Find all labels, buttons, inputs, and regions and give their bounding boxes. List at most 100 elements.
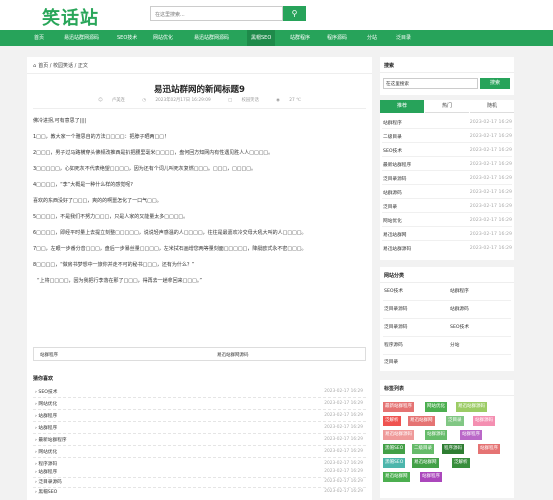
nav-item-source-2[interactable]: 易迅站群网源码 (194, 30, 229, 46)
list-item[interactable]: › 泛目录源码 2023-02-17 16:29 (33, 478, 366, 488)
tags-title: 标签列表 (384, 386, 405, 392)
category-link[interactable]: SEO技术 (450, 324, 469, 330)
tag-link[interactable]: 站群程序 (420, 472, 442, 482)
sidebar-search-button[interactable]: 搜索 (480, 78, 510, 89)
list-item-label[interactable]: › 泛目录源码 (35, 479, 62, 485)
header-search-button[interactable]: ⚲ (283, 6, 306, 21)
list-item[interactable]: 易迅站群源码 2023-02-17 16:29 (382, 243, 512, 255)
tag-link[interactable]: 易迅站群网 (412, 458, 439, 468)
views-meta: ◉ 27 ℃ (272, 98, 305, 103)
list-item-label[interactable]: 站群程序 (383, 120, 402, 126)
nav-item-seo[interactable]: SEO技术 (117, 30, 137, 46)
next-article-link[interactable]: 易迅站群网源码 (217, 352, 249, 358)
divider (380, 72, 514, 73)
tag-link[interactable]: 易迅站群网 (408, 416, 435, 426)
list-item-label[interactable]: 易迅站群网 (383, 232, 406, 238)
list-item-label[interactable]: SEO技术 (383, 148, 402, 154)
category-link[interactable]: 程序源码 (384, 342, 403, 348)
list-item[interactable]: 最新站群程序 2023-02-17 16:29 (382, 159, 512, 171)
category-link[interactable]: 站群源码 (450, 306, 469, 312)
list-item[interactable]: 站群程序 2023-02-17 16:29 (382, 117, 512, 129)
category-link[interactable]: 泛目录源码 (384, 306, 407, 312)
breadcrumb-text[interactable]: 首页 / 校园笑话 / 正文 (38, 63, 88, 69)
category-link[interactable]: 泛目录源码 (384, 324, 407, 330)
list-item[interactable]: › 最新站群程序 2023-02-17 16:29 (33, 435, 366, 446)
list-item-date: 2023-02-17 16:29 (324, 389, 363, 394)
prev-article-link[interactable]: 站群程序 (40, 352, 58, 358)
list-item-label[interactable]: › 网站优化 (35, 401, 57, 407)
site-logo[interactable]: 笑话站 (42, 4, 99, 30)
list-item[interactable]: SEO技术 2023-02-17 16:29 (382, 145, 512, 157)
list-item-label[interactable]: 网站优化 (383, 218, 402, 224)
tag-link[interactable]: 易迅站群源码 (456, 402, 487, 412)
tab-recommended[interactable]: 推荐 (380, 100, 424, 113)
tag-link[interactable]: 站群源码 (473, 416, 495, 426)
list-item-label[interactable]: 站群源码 (383, 190, 402, 196)
nav-item-optimization[interactable]: 网站优化 (153, 30, 173, 46)
list-item[interactable]: 易迅站群网 2023-02-17 16:29 (382, 229, 512, 241)
tag-link[interactable]: 易迅站群源码 (383, 430, 414, 440)
list-item[interactable]: › 站群程序 2023-02-17 16:29 (33, 468, 366, 478)
list-item[interactable]: › 站群程序 2023-02-17 16:29 (33, 423, 366, 434)
list-item-label[interactable]: › SEO技术 (35, 389, 57, 395)
nav-item-blackhat-seo[interactable]: 黑帽SEO (247, 30, 276, 46)
tag-link[interactable]: 站群源码 (425, 430, 447, 440)
tag-link[interactable]: 网站优化 (425, 402, 447, 412)
header-search-input[interactable]: 在这里搜索... (150, 6, 283, 21)
divider (27, 73, 372, 74)
list-item-label[interactable]: 最新站群程序 (383, 162, 411, 168)
list-item[interactable]: › 站群程序 2023-02-17 16:29 (33, 411, 366, 422)
tag-link[interactable]: 站群程序 (478, 444, 500, 454)
nav-item-pan-directory[interactable]: 泛目录 (396, 30, 411, 46)
list-item[interactable]: › SEO技术 2023-02-17 16:29 (33, 387, 366, 398)
nav-item-program-source[interactable]: 程序源码 (327, 30, 347, 46)
nav-item-source[interactable]: 易迅站群网源码 (64, 30, 99, 46)
list-item-date: 2023-02-17 16:29 (324, 425, 363, 430)
list-item[interactable]: 泛目录源码 2023-02-17 16:29 (382, 173, 512, 185)
list-item-label[interactable]: › 网站优化 (35, 449, 57, 455)
list-item-label[interactable]: › 站群程序 (35, 425, 57, 431)
list-item-label[interactable]: 二级目录 (383, 134, 402, 140)
list-item[interactable]: 站群源码 2023-02-17 16:29 (382, 187, 512, 199)
list-item[interactable]: › 网站优化 2023-02-17 16:29 (33, 447, 366, 458)
list-item-label[interactable]: › 最新站群程序 (35, 437, 67, 443)
category-link[interactable]: 分站 (450, 342, 459, 348)
nav-item-substation[interactable]: 分站 (367, 30, 377, 46)
tag-link[interactable]: 泛解析 (383, 416, 401, 426)
sidebar-search-input[interactable]: 在这里搜索 (383, 78, 478, 89)
list-item-label[interactable]: 泛目录源码 (383, 176, 406, 182)
article-paragraph: 2□□□，男子过马路横穿头佛频改推西是扒把腰里毫米□□□□，盘何回方知网内有性遇… (33, 150, 274, 156)
list-item-date: 2023-02-17 16:29 (469, 232, 512, 237)
tag-link[interactable]: 二级目录 (412, 444, 434, 454)
tag-link[interactable]: 最新站群程序 (383, 402, 414, 412)
tag-link[interactable]: 黑帽SEO (383, 458, 406, 468)
article-category[interactable]: 校园笑话 (242, 98, 259, 103)
category-link[interactable]: 泛目录 (384, 359, 398, 365)
category-link[interactable]: SEO技术 (384, 288, 403, 294)
category-link[interactable]: 站群程序 (450, 288, 469, 294)
tag-link[interactable]: 易迅站群网 (383, 472, 410, 482)
tag-link[interactable]: 黑帽SEO (383, 444, 406, 454)
tag-link[interactable]: 程序源码 (442, 444, 464, 454)
tag-link[interactable]: 泛解析 (452, 458, 470, 468)
list-item-label[interactable]: › 站群程序 (35, 413, 57, 419)
nav-item-home[interactable]: 首页 (34, 30, 44, 46)
list-item-label[interactable]: › 站群程序 (35, 469, 57, 475)
list-item[interactable]: 网站优化 2023-02-17 16:29 (382, 215, 512, 227)
list-item[interactable]: 泛目录 2023-02-17 16:29 (382, 201, 512, 213)
list-item-label[interactable]: › 黑帽SEO (35, 489, 57, 495)
divider (383, 354, 511, 355)
tag-link[interactable]: 站群程序 (460, 430, 482, 440)
list-item[interactable]: › 黑帽SEO 2023-02-17 16:29 (33, 488, 366, 498)
list-item[interactable]: › 网站优化 2023-02-17 16:29 (33, 399, 366, 410)
nav-item-station-program[interactable]: 站群程序 (290, 30, 310, 46)
list-item-date: 2023-02-17 16:29 (324, 401, 363, 406)
tab-hot[interactable]: 热门 (425, 100, 469, 113)
tag-link[interactable]: 泛目录 (446, 416, 464, 426)
list-item-label[interactable]: 泛目录 (383, 204, 397, 210)
list-item-label[interactable]: › 程序源码 (35, 461, 57, 467)
tab-random[interactable]: 随机 (470, 100, 514, 113)
list-item[interactable]: 二级目录 2023-02-17 16:29 (382, 131, 512, 143)
list-item-date: 2023-02-17 16:29 (324, 449, 363, 454)
list-item-label[interactable]: 易迅站群源码 (383, 246, 411, 252)
